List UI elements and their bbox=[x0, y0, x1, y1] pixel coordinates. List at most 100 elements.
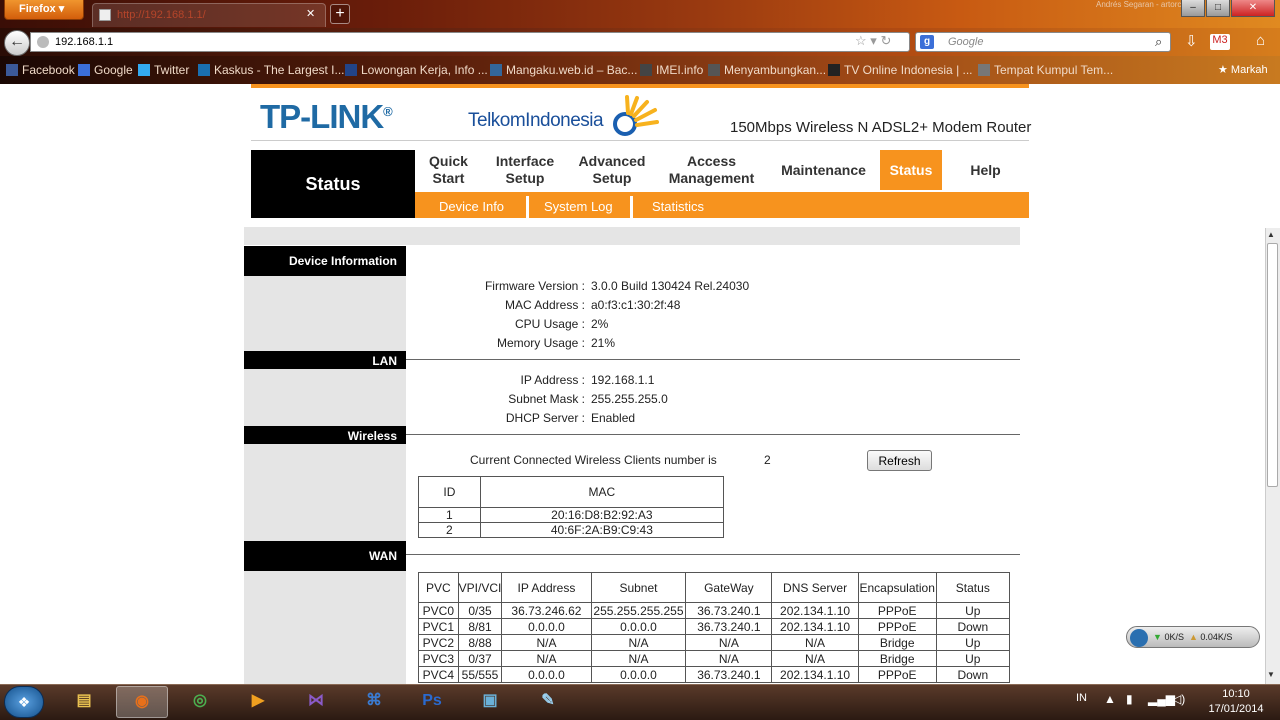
tab-label: Help bbox=[970, 161, 1001, 178]
table-cell: 20:16:D8:B2:92:A3 bbox=[479, 507, 725, 523]
table-cell: PPPoE bbox=[857, 618, 937, 635]
paint-icon[interactable]: ✎ bbox=[522, 686, 574, 718]
download-icon[interactable]: ⇩ bbox=[1185, 32, 1198, 50]
tab-help[interactable]: Help bbox=[942, 150, 1029, 190]
tv-icon bbox=[828, 64, 840, 76]
table-cell: N/A bbox=[685, 650, 773, 667]
signal-icon[interactable]: ▂▄▆ bbox=[1148, 692, 1175, 706]
tab-access-management[interactable]: Access Management bbox=[656, 150, 767, 190]
mangaku-icon bbox=[490, 64, 502, 76]
router-model: 150Mbps Wireless N ADSL2+ Modem Router bbox=[730, 119, 1032, 136]
lan-key: IP Address : bbox=[520, 373, 586, 387]
tab-status[interactable]: Status bbox=[880, 150, 942, 190]
bookmark-item[interactable]: Tempat Kumpul Tem... bbox=[978, 63, 1113, 77]
page-icon bbox=[708, 64, 720, 76]
explorer-icon[interactable]: ▤ bbox=[58, 686, 110, 718]
wireless-clients-count: 2 bbox=[764, 453, 771, 467]
bookmark-item[interactable]: IMEI.info bbox=[640, 63, 703, 77]
device-value: 3.0.0 Build 130424 Rel.24030 bbox=[591, 279, 750, 293]
tab-label: Access Management bbox=[668, 153, 755, 186]
section-device-information: Device Information bbox=[244, 246, 406, 276]
bookmark-label: Mangaku.web.id – Bac... bbox=[506, 63, 638, 77]
column-header: Subnet bbox=[590, 572, 687, 603]
table-cell: N/A bbox=[590, 634, 687, 651]
table-row: PVC4 55/555 0.0.0.0 0.0.0.0 36.73.240.1 202.1… bbox=[418, 666, 1011, 683]
bookmark-item[interactable]: Google bbox=[78, 63, 133, 77]
submenu-statistics[interactable]: Statistics bbox=[652, 192, 704, 218]
firefox-menu-button[interactable]: Firefox ▾ bbox=[4, 0, 84, 20]
close-tab-icon[interactable]: ✕ bbox=[306, 7, 315, 20]
table-cell: Up bbox=[935, 634, 1011, 651]
chrome-icon[interactable]: ◎ bbox=[174, 686, 226, 718]
bookmark-item[interactable]: TV Online Indonesia | ... bbox=[828, 63, 973, 77]
clock-time: 10:10 bbox=[1222, 688, 1250, 700]
bookmark-item[interactable]: Lowongan Kerja, Info ... bbox=[345, 63, 488, 77]
scroll-down-icon[interactable]: ▼ bbox=[1267, 670, 1275, 679]
bookmark-label: Lowongan Kerja, Info ... bbox=[361, 63, 488, 77]
maximize-button[interactable]: □ bbox=[1206, 0, 1230, 17]
device-key: Firmware Version : bbox=[484, 279, 585, 293]
back-button[interactable]: ← bbox=[4, 30, 30, 56]
table-cell: 40:6F:2A:B9:C9:43 bbox=[479, 522, 725, 538]
table-cell: N/A bbox=[685, 634, 773, 651]
star-icon[interactable]: ☆ bbox=[855, 33, 867, 48]
submenu-device-info[interactable]: Device Info bbox=[439, 192, 504, 218]
home-icon[interactable]: ⌂ bbox=[1256, 32, 1265, 49]
submenu-bar bbox=[415, 192, 1029, 218]
firefox-icon[interactable]: ◉ bbox=[116, 686, 168, 718]
mail-icon[interactable]: M3 bbox=[1210, 34, 1230, 50]
network-icon[interactable]: ⌘ bbox=[348, 686, 400, 718]
globe-icon bbox=[37, 36, 49, 48]
column-header: Encapsulation bbox=[857, 572, 937, 603]
tray-expand-icon[interactable]: ▲ bbox=[1104, 692, 1116, 706]
table-cell: Up bbox=[935, 650, 1011, 667]
scroll-thumb[interactable] bbox=[1267, 243, 1278, 487]
bookmarks-menu[interactable]: ★ Markah bbox=[1218, 63, 1268, 76]
tab-quick-start[interactable]: Quick Start bbox=[415, 150, 482, 190]
bookmark-label: TV Online Indonesia | ... bbox=[844, 63, 973, 77]
tab-interface-setup[interactable]: Interface Setup bbox=[482, 150, 568, 190]
window-icon[interactable]: ▣ bbox=[464, 686, 516, 718]
minimize-button[interactable]: – bbox=[1181, 0, 1205, 17]
dropdown-icon[interactable]: ▾ bbox=[870, 33, 877, 48]
bookmark-item[interactable]: Twitter bbox=[138, 63, 189, 77]
tab-advanced-setup[interactable]: Advanced Setup bbox=[568, 150, 656, 190]
section-gutter bbox=[244, 571, 406, 684]
new-tab-button[interactable]: + bbox=[330, 4, 350, 24]
google-icon[interactable]: g bbox=[920, 35, 934, 49]
refresh-button[interactable]: Refresh bbox=[867, 450, 932, 471]
reload-icon[interactable]: ↻ bbox=[880, 33, 891, 48]
table-cell: PVC2 bbox=[418, 634, 459, 651]
table-cell: 202.134.1.10 bbox=[771, 602, 859, 619]
tab-label: Interface Setup bbox=[495, 153, 555, 186]
url-bar[interactable]: 192.168.1.1 bbox=[30, 32, 910, 52]
upload-speed: 0.04K/S bbox=[1200, 632, 1233, 642]
bookmark-item[interactable]: Kaskus - The Largest I... bbox=[198, 63, 345, 77]
volume-icon[interactable]: ◁) bbox=[1172, 692, 1185, 706]
start-button[interactable]: ❖ bbox=[4, 686, 44, 718]
table-row: PVC0 0/35 36.73.246.62 255.255.255.255 36.73… bbox=[418, 602, 1011, 619]
visual-studio-icon[interactable]: ⋈ bbox=[290, 686, 342, 718]
table-cell: PVC3 bbox=[418, 650, 459, 667]
photoshop-icon[interactable]: Ps bbox=[406, 686, 458, 718]
close-window-button[interactable]: ✕ bbox=[1231, 0, 1275, 17]
search-input[interactable]: g Google bbox=[915, 32, 1171, 52]
bookmark-item[interactable]: Menyambungkan... bbox=[708, 63, 826, 77]
submenu-system-log[interactable]: System Log bbox=[544, 192, 613, 218]
clock-date: 17/01/2014 bbox=[1208, 703, 1264, 715]
mail-badge: 3 bbox=[1221, 34, 1228, 46]
clock[interactable]: 10:10 17/01/2014 bbox=[1200, 687, 1272, 717]
language-indicator[interactable]: IN bbox=[1076, 692, 1087, 704]
bookmark-item[interactable]: Facebook bbox=[6, 63, 75, 77]
google-icon bbox=[78, 64, 90, 76]
tab-maintenance[interactable]: Maintenance bbox=[767, 150, 880, 190]
bookmark-item[interactable]: Mangaku.web.id – Bac... bbox=[490, 63, 637, 77]
browser-tab[interactable]: http://192.168.1.1/ bbox=[92, 3, 326, 27]
section-wan: WAN bbox=[244, 541, 406, 571]
search-icon[interactable]: ⌕ bbox=[1155, 34, 1162, 50]
scroll-up-icon[interactable]: ▲ bbox=[1267, 230, 1275, 239]
table-cell: 202.134.1.10 bbox=[771, 666, 859, 683]
url-bar-actions[interactable]: ☆ ▾ ↻ bbox=[855, 33, 891, 49]
battery-icon[interactable]: ▮ bbox=[1126, 692, 1133, 706]
media-player-icon[interactable]: ▶ bbox=[232, 686, 284, 718]
